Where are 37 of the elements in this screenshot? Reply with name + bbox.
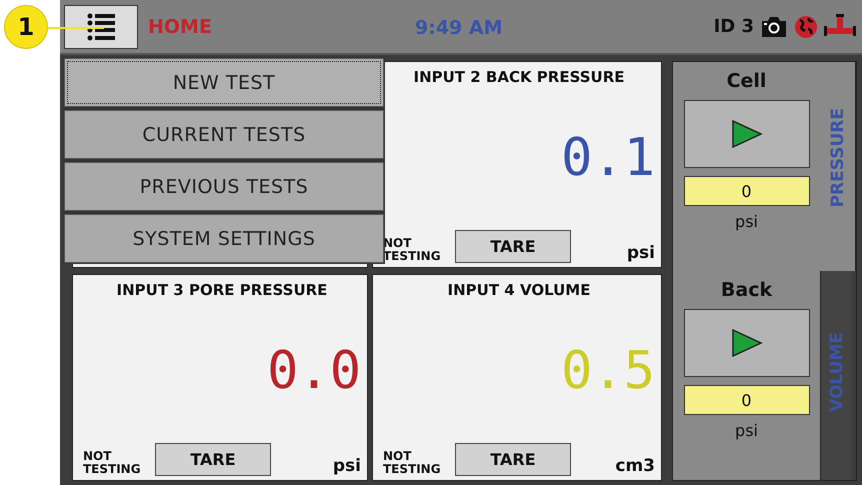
setpoint-field[interactable]: 0 — [684, 176, 810, 206]
screen-title: HOME — [148, 16, 212, 38]
reading-value: 0.5 — [561, 341, 655, 401]
menu-icon — [86, 12, 116, 42]
tare-button[interactable]: TARE — [455, 230, 571, 263]
start-button[interactable] — [684, 309, 810, 377]
camera-icon[interactable] — [760, 16, 788, 38]
tare-button[interactable]: TARE — [455, 443, 571, 476]
play-icon — [730, 328, 762, 358]
device-id: ID 3 — [714, 16, 754, 37]
menu-item[interactable]: NEW TEST — [64, 58, 384, 107]
reading-value: 0.0 — [267, 341, 361, 401]
test-status: NOT TESTING — [83, 450, 142, 476]
unit-label: psi — [735, 421, 758, 440]
callout-number: 1 — [4, 5, 48, 49]
unit-label: psi — [735, 212, 758, 231]
leader-line — [48, 27, 104, 29]
clock-time: 9:49 AM — [415, 17, 502, 39]
play-icon — [730, 119, 762, 149]
tare-button[interactable]: TARE — [155, 443, 271, 476]
menu-item[interactable]: CURRENT TESTS — [64, 110, 384, 159]
start-button[interactable] — [684, 100, 810, 168]
menu-item[interactable]: PREVIOUS TESTS — [64, 162, 384, 211]
input-title: INPUT 3 PORE PRESSURE — [116, 281, 328, 299]
unit-label: cm3 — [615, 456, 655, 476]
test-status: NOT TESTING — [383, 450, 442, 476]
unit-label: psi — [626, 243, 655, 263]
menu-button[interactable] — [64, 4, 138, 48]
globe-icon[interactable] — [794, 14, 818, 38]
channel-label: Cell — [726, 70, 766, 92]
input-title: INPUT 4 VOLUME — [446, 281, 592, 299]
menu-item[interactable]: SYSTEM SETTINGS — [64, 214, 384, 263]
channel-label: Back — [720, 279, 772, 301]
unit-label: psi — [332, 456, 361, 476]
reading-value: 0.1 — [561, 128, 655, 188]
input-title: INPUT 2 BACK PRESSURE — [412, 68, 626, 86]
setpoint-field[interactable]: 0 — [684, 385, 810, 415]
